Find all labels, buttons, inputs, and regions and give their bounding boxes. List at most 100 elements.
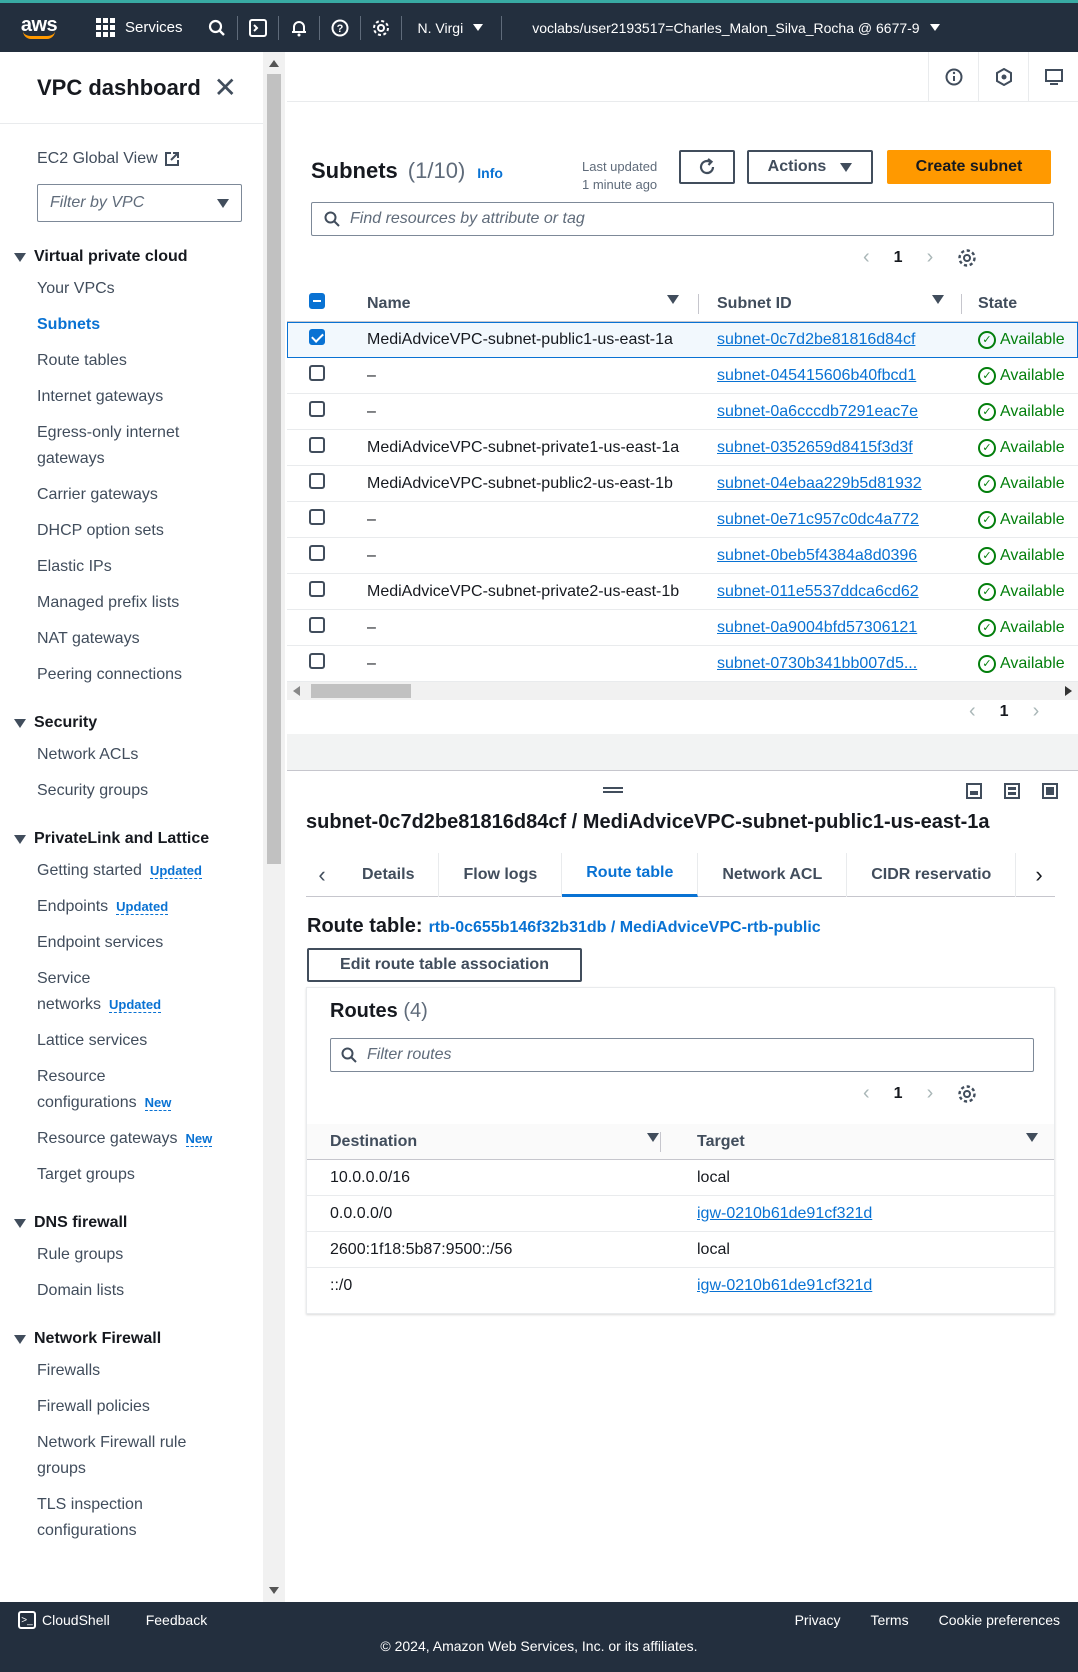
notifications-bell-icon[interactable] — [279, 19, 319, 37]
subnet-id-link[interactable]: subnet-04ebaa229b5d81932 — [717, 475, 922, 492]
column-resizer[interactable] — [698, 294, 699, 314]
actions-button[interactable]: Actions — [747, 150, 873, 184]
refresh-button[interactable] — [679, 150, 735, 184]
help-icon[interactable]: ? — [320, 19, 360, 37]
subnet-id-link[interactable]: subnet-0a6cccdb7291eac7e — [717, 403, 918, 420]
subnet-id-link[interactable]: subnet-0a9004bfd57306121 — [717, 619, 917, 636]
subnet-id-link[interactable]: subnet-011e5537ddca6cd62 — [717, 583, 919, 600]
scrollbar-thumb[interactable] — [311, 684, 411, 698]
region-selector[interactable]: N. Virgi — [418, 20, 484, 36]
chevron-right-icon[interactable]: › — [1023, 853, 1055, 897]
sidenav-title[interactable]: VPC dashboard — [37, 75, 201, 101]
subnet-id-link[interactable]: subnet-0beb5f4384a8d0396 — [717, 547, 917, 564]
scrollbar-thumb[interactable] — [267, 74, 281, 864]
resize-handle-icon[interactable] — [603, 787, 623, 793]
tab-network-acl[interactable]: Network ACL — [698, 852, 848, 897]
row-checkbox[interactable] — [309, 401, 325, 417]
shield-icon[interactable] — [978, 51, 1028, 102]
terms-link[interactable]: Terms — [870, 1612, 908, 1628]
sidebar-item-subnets[interactable]: Subnets — [0, 312, 263, 338]
sidebar-item-resource-configurations[interactable]: Resource configurations New — [0, 1064, 172, 1116]
column-resizer[interactable] — [961, 294, 962, 314]
panel-bottom-icon[interactable] — [966, 783, 982, 799]
route-target-link[interactable]: igw-0210b61de91cf321d — [697, 1205, 872, 1222]
panel-side-icon[interactable] — [1004, 783, 1020, 799]
sidebar-item-firewall-policies[interactable]: Firewall policies — [0, 1394, 263, 1420]
name-column-header[interactable]: Name — [347, 294, 699, 313]
sidebar-item-network-firewall-rule-groups[interactable]: Network Firewall rule groups — [0, 1430, 200, 1482]
tab-route-table[interactable]: Route table — [562, 852, 699, 897]
sidebar-item-route-tables[interactable]: Route tables — [0, 348, 263, 374]
table-row[interactable]: MediAdviceVPC-subnet-private1-us-east-1a… — [287, 430, 1078, 466]
chevron-right-icon[interactable]: › — [1033, 700, 1040, 723]
sort-icon[interactable] — [647, 1132, 659, 1142]
subnet-id-link[interactable]: subnet-0352659d8415f3d3f — [717, 439, 913, 456]
panel-maximize-icon[interactable] — [1042, 783, 1058, 799]
sidebar-item-service-networks[interactable]: Service networks Updated — [0, 966, 162, 1018]
preferences-gear-icon[interactable] — [957, 248, 977, 268]
route-target-link[interactable]: igw-0210b61de91cf321d — [697, 1277, 872, 1294]
aws-logo[interactable]: aws — [0, 15, 64, 39]
search-input[interactable]: Find resources by attribute or tag — [311, 202, 1054, 236]
info-icon[interactable] — [928, 51, 978, 102]
filter-by-vpc-select[interactable]: Filter by VPC — [37, 184, 242, 222]
page-number[interactable]: 1 — [1000, 703, 1009, 721]
sidebar-item-rule-groups[interactable]: Rule groups — [0, 1242, 263, 1268]
table-row[interactable]: MediAdviceVPC-subnet-public2-us-east-1b s… — [287, 466, 1078, 502]
sidebar-item-managed-prefix-lists[interactable]: Managed prefix lists — [0, 590, 263, 616]
subnet-id-link[interactable]: subnet-045415606b40fbcd1 — [717, 367, 916, 384]
table-row[interactable]: – subnet-045415606b40fbcd1 ✓ Available — [287, 358, 1078, 394]
preferences-gear-icon[interactable] — [957, 1084, 977, 1104]
subnet-id-link[interactable]: subnet-0e71c957c0dc4a772 — [717, 511, 919, 528]
sidebar-item-domain-lists[interactable]: Domain lists — [0, 1278, 263, 1304]
row-checkbox[interactable] — [309, 581, 325, 597]
row-checkbox[interactable] — [309, 365, 325, 381]
destination-column-header[interactable]: Destination — [307, 1132, 679, 1151]
nav-section-header[interactable]: PrivateLink and Lattice — [0, 830, 263, 848]
sort-icon[interactable] — [667, 294, 679, 304]
sidebar-item-firewalls[interactable]: Firewalls — [0, 1358, 263, 1384]
row-checkbox[interactable] — [309, 473, 325, 489]
sidebar-item-network-acls[interactable]: Network ACLs — [0, 742, 263, 768]
nav-section-header[interactable]: Security — [0, 714, 263, 732]
row-checkbox[interactable] — [309, 437, 325, 453]
row-checkbox[interactable] — [309, 617, 325, 633]
table-row[interactable]: – subnet-0beb5f4384a8d0396 ✓ Available — [287, 538, 1078, 574]
create-subnet-button[interactable]: Create subnet — [887, 150, 1051, 184]
sidebar-item-endpoints[interactable]: Endpoints Updated — [0, 894, 263, 920]
sidebar-item-dhcp-option-sets[interactable]: DHCP option sets — [0, 518, 263, 544]
sidebar-item-security-groups[interactable]: Security groups — [0, 778, 263, 804]
nav-section-header[interactable]: Network Firewall — [0, 1330, 263, 1348]
privacy-link[interactable]: Privacy — [795, 1612, 841, 1628]
subnet-id-link[interactable]: subnet-0730b341bb007d5... — [717, 655, 917, 672]
sidebar-item-lattice-services[interactable]: Lattice services — [0, 1028, 263, 1054]
cloudshell-icon[interactable] — [238, 18, 278, 37]
chevron-left-icon[interactable]: ‹ — [863, 1082, 870, 1105]
sidebar-item-carrier-gateways[interactable]: Carrier gateways — [0, 482, 263, 508]
sidebar-item-egress-only-internet-gateways[interactable]: Egress-only internet gateways — [0, 420, 200, 472]
tab-cidr-reservatio[interactable]: CIDR reservatio — [847, 852, 1017, 897]
edit-route-table-association-button[interactable]: Edit route table association — [307, 948, 582, 982]
tab-details[interactable]: Details — [338, 852, 440, 897]
scroll-right-arrow-icon[interactable] — [1065, 686, 1072, 696]
nav-section-header[interactable]: DNS firewall — [0, 1214, 263, 1232]
sort-icon[interactable] — [1026, 1132, 1038, 1142]
filter-routes-input[interactable]: Filter routes — [330, 1038, 1034, 1072]
ec2-global-view-link[interactable]: EC2 Global View — [0, 124, 263, 168]
sidenav-scrollbar[interactable] — [263, 52, 285, 1602]
table-row[interactable]: MediAdviceVPC-subnet-public1-us-east-1a s… — [287, 322, 1078, 358]
sidebar-item-endpoint-services[interactable]: Endpoint services — [0, 930, 263, 956]
cookie-preferences-link[interactable]: Cookie preferences — [939, 1612, 1060, 1628]
chevron-left-icon[interactable]: ‹ — [863, 246, 870, 269]
table-row[interactable]: – subnet-0a9004bfd57306121 ✓ Available — [287, 610, 1078, 646]
column-resizer[interactable] — [660, 1132, 661, 1152]
sidebar-item-resource-gateways[interactable]: Resource gateways New — [0, 1126, 263, 1152]
scroll-down-arrow-icon[interactable] — [269, 1587, 279, 1594]
info-link[interactable]: Info — [477, 165, 503, 181]
chevron-left-icon[interactable]: ‹ — [969, 700, 976, 723]
sidebar-item-target-groups[interactable]: Target groups — [0, 1162, 263, 1188]
close-icon[interactable]: ✕ — [214, 73, 237, 102]
page-number[interactable]: 1 — [894, 249, 903, 267]
chevron-right-icon[interactable]: › — [927, 246, 934, 269]
account-menu[interactable]: voclabs/user2193517=Charles_Malon_Silva_… — [532, 20, 940, 36]
